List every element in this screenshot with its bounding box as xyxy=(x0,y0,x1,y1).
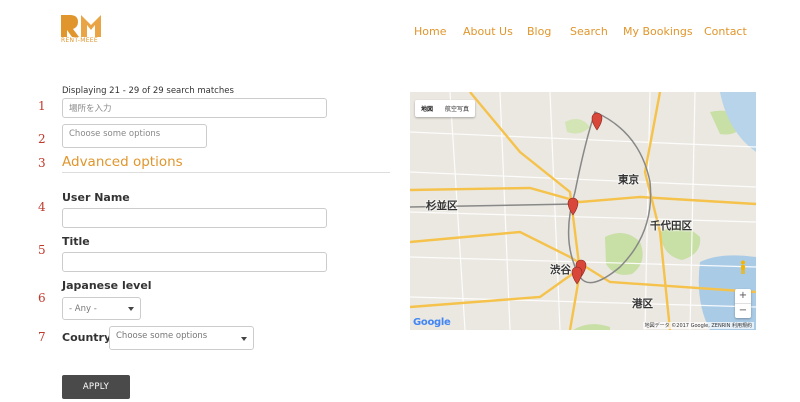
row-number-7: 7 xyxy=(38,330,46,344)
zoom-in-button[interactable]: + xyxy=(735,289,751,303)
nav-home[interactable]: Home xyxy=(414,25,446,38)
apply-button[interactable]: APPLY xyxy=(62,375,130,399)
nav-about-us[interactable]: About Us xyxy=(463,25,513,38)
title-label: Title xyxy=(62,235,90,248)
nav-my-bookings[interactable]: My Bookings xyxy=(623,25,693,38)
map-label-shibuya: 渋谷 xyxy=(550,264,571,276)
user-name-label: User Name xyxy=(62,191,130,204)
results-count: Displaying 21 - 29 of 29 search matches xyxy=(62,86,234,96)
row-number-6: 6 xyxy=(38,291,46,305)
location-placeholder: 場所を入力 xyxy=(69,104,112,114)
user-name-field[interactable] xyxy=(62,208,327,228)
japanese-level-value: - Any - xyxy=(69,303,97,314)
street-view-pegman-icon[interactable] xyxy=(739,260,747,274)
nav-contact[interactable]: Contact xyxy=(704,25,747,38)
row-number-1: 1 xyxy=(38,99,46,113)
google-logo-text: Google xyxy=(413,317,451,328)
row-number-3: 3 xyxy=(38,156,46,170)
zoom-out-button[interactable]: − xyxy=(735,303,751,318)
row-number-4: 4 xyxy=(38,200,46,214)
map-type-toggle[interactable]: 地図 航空写真 xyxy=(415,100,476,117)
map-label-tokyo: 東京 xyxy=(618,174,639,186)
map-view[interactable]: 地図 航空写真 東京 杉並区 千代田区 渋谷 港区 + − Google 地図デ… xyxy=(410,92,756,330)
japanese-level-select[interactable]: - Any - xyxy=(62,297,141,320)
japanese-level-label: Japanese level xyxy=(62,279,152,292)
options-placeholder: Choose some options xyxy=(69,129,161,139)
map-attribution[interactable]: 地図データ ©2017 Google, ZENRIN 利用規約 xyxy=(642,322,754,329)
row-number-5: 5 xyxy=(38,243,46,257)
chevron-down-icon xyxy=(128,306,134,311)
nav-search[interactable]: Search xyxy=(570,25,608,38)
row-number-2: 2 xyxy=(38,132,46,146)
country-multiselect[interactable]: Choose some options xyxy=(109,326,254,350)
map-tab-satellite[interactable]: 航空写真 xyxy=(439,100,475,117)
chevron-down-icon xyxy=(241,337,247,341)
google-logo: Google xyxy=(413,317,451,328)
country-label: Country xyxy=(62,331,112,344)
nav-blog[interactable]: Blog xyxy=(527,25,551,38)
title-field[interactable] xyxy=(62,252,327,272)
advanced-options-heading[interactable]: Advanced options xyxy=(62,154,183,170)
map-tab-map[interactable]: 地図 xyxy=(415,100,439,117)
logo-text: RENT-MEEE xyxy=(61,37,98,44)
options-multiselect[interactable]: Choose some options xyxy=(62,124,207,148)
map-label-chiyoda: 千代田区 xyxy=(650,220,692,232)
divider xyxy=(62,172,390,173)
map-zoom-control: + − xyxy=(735,289,751,318)
country-placeholder: Choose some options xyxy=(116,331,208,341)
map-label-minato: 港区 xyxy=(632,298,653,310)
location-input[interactable]: 場所を入力 xyxy=(62,98,327,118)
map-label-suginami: 杉並区 xyxy=(426,200,458,212)
map-canvas xyxy=(410,92,756,330)
